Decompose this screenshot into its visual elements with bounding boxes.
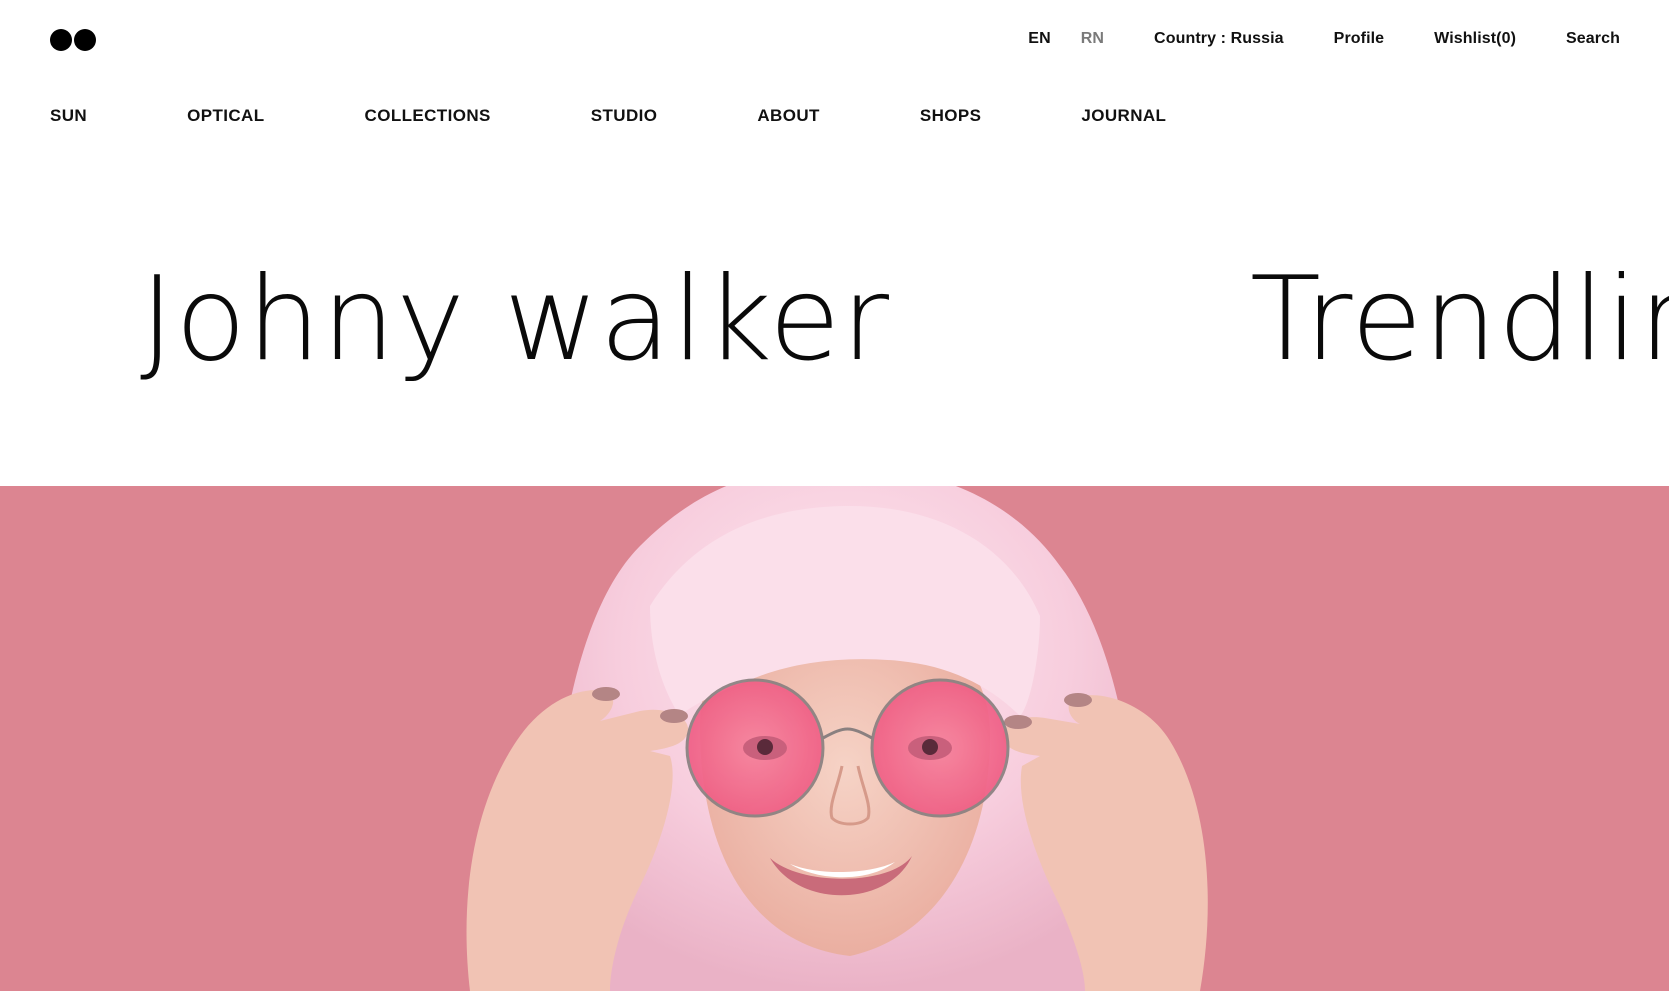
wishlist-link[interactable]: Wishlist(0) (1434, 30, 1516, 48)
nav-item-journal[interactable]: JOURNAL (1081, 106, 1166, 126)
logo-dot-right (74, 29, 96, 51)
top-bar: EN RN Country : Russia Profile Wishlist(… (0, 0, 1669, 80)
headline-marquee: Johny walker Trendline (0, 240, 1669, 400)
nav-item-optical[interactable]: OPTICAL (187, 106, 264, 126)
nav-item-sun[interactable]: SUN (50, 106, 87, 126)
marquee-word-johny-walker: Johny walker (140, 252, 891, 387)
logo-dot-left (50, 29, 72, 51)
language-en-link[interactable]: EN (1028, 30, 1050, 48)
left-pupil (757, 739, 773, 755)
hero-image (0, 486, 1669, 991)
utility-nav: EN RN Country : Russia Profile Wishlist(… (1028, 30, 1620, 48)
profile-link[interactable]: Profile (1334, 30, 1385, 48)
nav-item-about[interactable]: ABOUT (757, 106, 819, 126)
marquee-word-trendline: Trendline (1250, 252, 1669, 387)
nav-item-studio[interactable]: STUDIO (591, 106, 658, 126)
brand-logo[interactable] (50, 29, 97, 51)
right-pupil (922, 739, 938, 755)
nail (660, 709, 688, 723)
search-link[interactable]: Search (1566, 30, 1620, 48)
nail (1004, 715, 1032, 729)
country-selector[interactable]: Country : Russia (1154, 30, 1284, 48)
hero-illustration (466, 486, 1208, 991)
page: EN RN Country : Russia Profile Wishlist(… (0, 0, 1669, 991)
nail (1064, 693, 1092, 707)
nav-item-shops[interactable]: SHOPS (920, 106, 982, 126)
nail (592, 687, 620, 701)
language-rn-link[interactable]: RN (1081, 30, 1104, 48)
main-nav: SUN OPTICAL COLLECTIONS STUDIO ABOUT SHO… (50, 106, 1166, 126)
nav-item-collections[interactable]: COLLECTIONS (365, 106, 491, 126)
